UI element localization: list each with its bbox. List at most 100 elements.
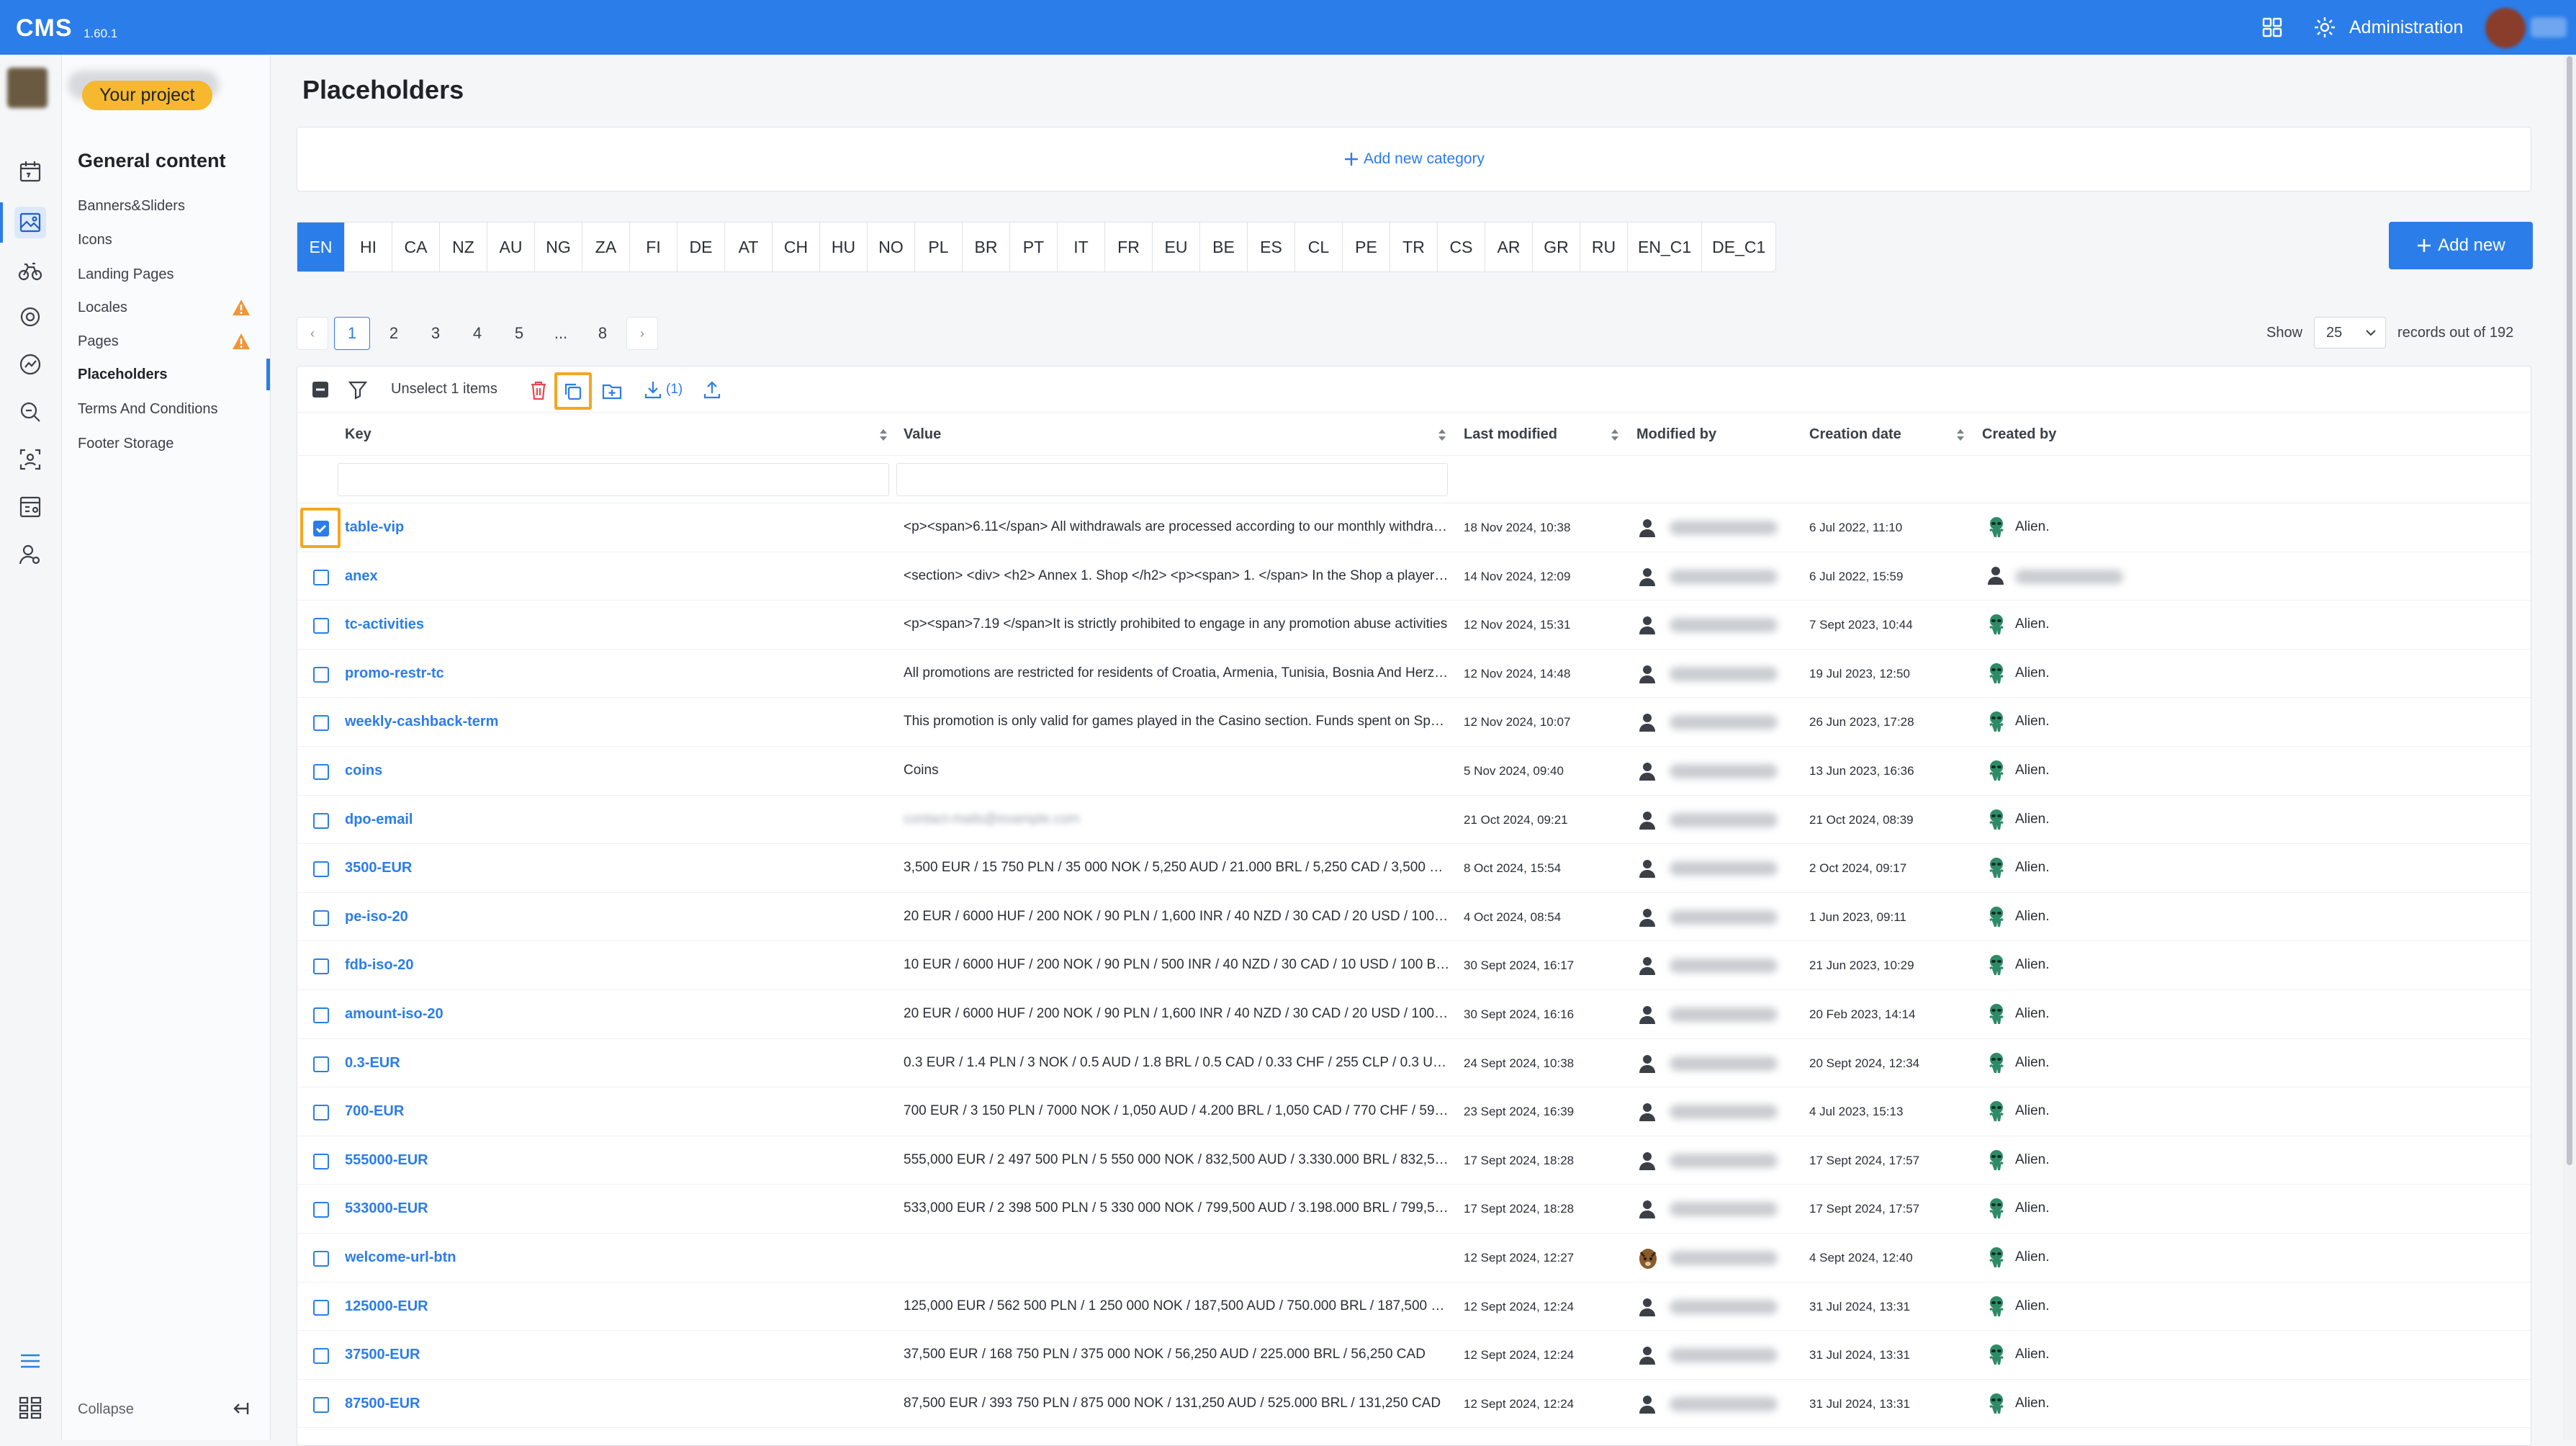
list-menu-icon[interactable] <box>14 1345 46 1377</box>
language-tab-no[interactable]: NO <box>868 223 915 271</box>
row-checkbox[interactable] <box>313 958 329 975</box>
collapse-arrow-icon[interactable] <box>230 1398 251 1419</box>
table-row[interactable]: tc-activities <p><span>7.19 </span>It is … <box>297 601 2531 650</box>
row-checkbox[interactable] <box>313 521 329 536</box>
row-key-link[interactable]: coins <box>345 763 382 779</box>
row-key-link[interactable]: 87500-EUR <box>345 1396 420 1412</box>
table-row[interactable]: fdb-iso-20 10 EUR / 6000 HUF / 200 NOK / … <box>297 941 2531 990</box>
row-checkbox[interactable] <box>313 569 329 585</box>
sort-icon[interactable] <box>1438 428 1446 441</box>
row-key-link[interactable]: fdb-iso-20 <box>345 957 414 974</box>
row-checkbox[interactable] <box>313 812 329 829</box>
settings-cog-icon[interactable] <box>14 301 46 333</box>
table-row[interactable]: anex <section> <div> <h2> Annex 1. Shop <… <box>297 552 2531 601</box>
language-tab-ng[interactable]: NG <box>535 223 582 271</box>
filter-icon[interactable] <box>348 380 368 400</box>
row-key-link[interactable]: tc-activities <box>345 616 424 633</box>
row-key-link[interactable]: table-vip <box>345 519 404 536</box>
value-filter-input[interactable] <box>896 463 1448 496</box>
language-tab-cs[interactable]: CS <box>1438 223 1485 271</box>
page-button[interactable]: ... <box>543 317 579 350</box>
sidebar-item-locales[interactable]: Locales <box>78 293 271 322</box>
row-checkbox[interactable] <box>313 910 329 926</box>
sort-icon[interactable] <box>879 428 888 441</box>
move-to-folder-icon[interactable] <box>601 381 623 401</box>
language-tab-fr[interactable]: FR <box>1105 223 1153 271</box>
app-logo[interactable]: CMS <box>16 14 73 42</box>
admin-gear-icon[interactable] <box>2312 15 2337 40</box>
row-key-link[interactable]: 37500-EUR <box>345 1347 420 1363</box>
table-row[interactable]: 87500-EUR 87,500 EUR / 393 750 PLN / 875 … <box>297 1380 2531 1429</box>
table-row[interactable]: pe-iso-20 20 EUR / 6000 HUF / 200 NOK / 9… <box>297 893 2531 942</box>
table-row[interactable]: welcome-url-btn 12 Sept 2024, 12:27 4 Sept… <box>297 1234 2531 1283</box>
language-tab-be[interactable]: BE <box>1200 223 1248 271</box>
page-button[interactable]: 2 <box>376 317 412 350</box>
project-avatar[interactable] <box>7 68 48 108</box>
language-tab-hu[interactable]: HU <box>820 223 868 271</box>
row-checkbox[interactable] <box>313 1396 329 1413</box>
language-tab-cl[interactable]: CL <box>1295 223 1343 271</box>
column-header-value[interactable]: Value <box>904 426 941 443</box>
row-checkbox[interactable] <box>313 1299 329 1316</box>
unselect-items-button[interactable]: Unselect 1 items <box>391 381 497 398</box>
language-tab-en[interactable]: EN <box>297 223 345 271</box>
row-key-link[interactable]: pe-iso-20 <box>345 909 408 925</box>
language-tab-au[interactable]: AU <box>487 223 535 271</box>
language-tab-ca[interactable]: CA <box>392 223 440 271</box>
administration-link[interactable]: Administration <box>2349 17 2463 38</box>
table-row[interactable]: amount-iso-20 20 EUR / 6000 HUF / 200 NOK… <box>297 990 2531 1039</box>
row-key-link[interactable]: 0.3-EUR <box>345 1055 400 1072</box>
per-page-select[interactable]: 25 <box>2314 317 2387 349</box>
table-row[interactable]: dpo-email contact-mails@example.com 21 Oct… <box>297 796 2531 845</box>
language-tab-ar[interactable]: AR <box>1485 223 1533 271</box>
column-header-creation-date[interactable]: Creation date <box>1809 426 1901 443</box>
copy-icon[interactable] <box>562 381 582 401</box>
table-row[interactable]: 0.3-EUR 0.3 EUR / 1.4 PLN / 3 NOK / 0.5 A… <box>297 1039 2531 1088</box>
page-button[interactable]: 3 <box>418 317 454 350</box>
prev-page-button[interactable]: ‹ <box>297 317 328 350</box>
collapse-button[interactable]: Collapse <box>78 1401 134 1418</box>
language-tab-at[interactable]: AT <box>725 223 773 271</box>
sort-icon[interactable] <box>1611 428 1619 441</box>
language-tab-ch[interactable]: CH <box>773 223 820 271</box>
language-tab-hi[interactable]: HI <box>345 223 392 271</box>
page-button[interactable]: 5 <box>501 317 537 350</box>
row-key-link[interactable]: dpo-email <box>345 812 413 828</box>
language-tab-en_c1[interactable]: EN_C1 <box>1628 223 1703 271</box>
sidebar-item-terms-and-conditions[interactable]: Terms And Conditions <box>78 395 271 423</box>
row-checkbox[interactable] <box>313 1348 329 1365</box>
row-checkbox[interactable] <box>313 1105 329 1121</box>
row-checkbox[interactable] <box>313 666 329 683</box>
sidebar-item-placeholders[interactable]: Placeholders <box>78 360 271 389</box>
row-checkbox[interactable] <box>313 764 329 780</box>
add-category-button[interactable]: Add new category <box>297 127 2531 191</box>
table-row[interactable]: 125000-EUR 125,000 EUR / 562 500 PLN / 1 … <box>297 1283 2531 1332</box>
dashboard-settings-icon[interactable] <box>14 491 46 523</box>
row-key-link[interactable]: 3500-EUR <box>345 860 412 876</box>
user-avatar[interactable] <box>2485 8 2526 48</box>
table-row[interactable]: weekly-cashback-term This promotion is on… <box>297 698 2531 747</box>
add-new-button[interactable]: Add new <box>2389 222 2533 269</box>
column-header-modified-by[interactable]: Modified by <box>1636 426 1716 443</box>
row-checkbox[interactable] <box>313 618 329 634</box>
row-key-link[interactable]: 555000-EUR <box>345 1152 428 1169</box>
face-scan-icon[interactable] <box>14 444 46 475</box>
table-row[interactable]: 700-EUR 700 EUR / 3 150 PLN / 7000 NOK / … <box>297 1087 2531 1136</box>
table-row[interactable]: 37500-EUR 37,500 EUR / 168 750 PLN / 375 … <box>297 1331 2531 1380</box>
row-key-link[interactable]: 533000-EUR <box>345 1200 428 1217</box>
analytics-icon[interactable] <box>14 349 46 380</box>
next-page-button[interactable]: › <box>626 317 658 350</box>
table-row[interactable]: promo-restr-tc All promotions are restric… <box>297 650 2531 699</box>
row-key-link[interactable]: welcome-url-btn <box>345 1249 456 1266</box>
page-button[interactable]: 4 <box>459 317 495 350</box>
download-button[interactable]: (1) <box>643 380 683 400</box>
table-row[interactable]: 533000-EUR 533,000 EUR / 2 398 500 PLN / … <box>297 1185 2531 1234</box>
calendar-icon[interactable] <box>14 156 46 187</box>
sidebar-item-icons[interactable]: Icons <box>78 225 271 254</box>
apps-grid-icon[interactable] <box>2261 16 2284 39</box>
deselect-all-checkbox[interactable] <box>312 381 329 398</box>
language-tab-fi[interactable]: FI <box>630 223 677 271</box>
row-checkbox[interactable] <box>313 715 329 732</box>
row-checkbox[interactable] <box>313 1251 329 1267</box>
page-button[interactable]: 1 <box>334 317 370 350</box>
